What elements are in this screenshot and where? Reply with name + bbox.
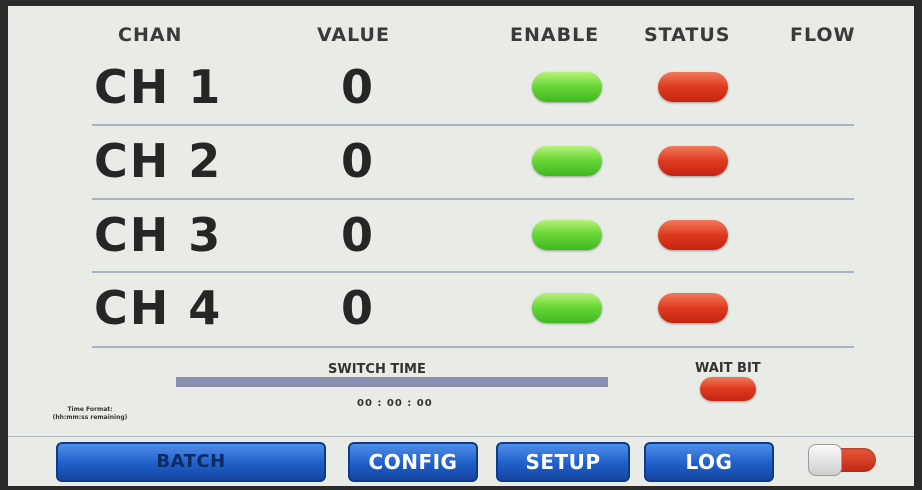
channel-row-4: CH 4 0 xyxy=(8,273,914,347)
header-flow: FLOW xyxy=(790,24,856,46)
channel-value: 0 xyxy=(341,208,374,262)
log-button[interactable]: LOG xyxy=(644,442,774,482)
bottom-divider xyxy=(8,436,914,437)
channel-row-2: CH 2 0 xyxy=(8,126,914,200)
header-chan: CHAN xyxy=(118,24,183,46)
switch-time-value: 00 : 00 : 00 xyxy=(357,398,433,409)
header-status: STATUS xyxy=(644,24,731,46)
toggle-switch[interactable] xyxy=(808,444,876,476)
time-format-desc: (hh:mm:ss remaining) xyxy=(52,414,128,421)
header-enable: ENABLE xyxy=(510,24,600,46)
time-format-note: Time Format: (hh:mm:ss remaining) xyxy=(30,406,150,422)
channel-value: 0 xyxy=(341,60,374,114)
status-indicator xyxy=(658,146,728,176)
header-value: VALUE xyxy=(317,24,390,46)
channel-value: 0 xyxy=(341,281,374,335)
channel-name: CH 4 xyxy=(94,281,223,335)
enable-indicator[interactable] xyxy=(532,146,602,176)
wait-bit-label: WAIT BIT xyxy=(695,361,761,376)
setup-button[interactable]: SETUP xyxy=(496,442,630,482)
status-indicator xyxy=(658,293,728,323)
channel-row-3: CH 3 0 xyxy=(8,200,914,274)
row-divider xyxy=(92,346,854,348)
enable-indicator[interactable] xyxy=(532,293,602,323)
enable-indicator[interactable] xyxy=(532,72,602,102)
batch-button[interactable]: BATCH xyxy=(56,442,326,482)
hmi-screen: CHAN VALUE ENABLE STATUS FLOW CH 1 0 CH … xyxy=(8,6,914,486)
channel-name: CH 1 xyxy=(94,60,223,114)
channel-name: CH 2 xyxy=(94,134,223,188)
switch-time-progress-fill xyxy=(176,377,608,387)
status-indicator xyxy=(658,72,728,102)
switch-time-label: SWITCH TIME xyxy=(328,362,426,377)
time-format-title: Time Format: xyxy=(67,406,113,413)
status-indicator xyxy=(658,220,728,250)
enable-indicator[interactable] xyxy=(532,220,602,250)
wait-bit-indicator xyxy=(700,377,756,401)
config-button[interactable]: CONFIG xyxy=(348,442,478,482)
toggle-knob[interactable] xyxy=(808,444,842,476)
channel-name: CH 3 xyxy=(94,208,223,262)
channel-row-1: CH 1 0 xyxy=(8,52,914,126)
channel-value: 0 xyxy=(341,134,374,188)
switch-time-progress xyxy=(176,377,608,387)
